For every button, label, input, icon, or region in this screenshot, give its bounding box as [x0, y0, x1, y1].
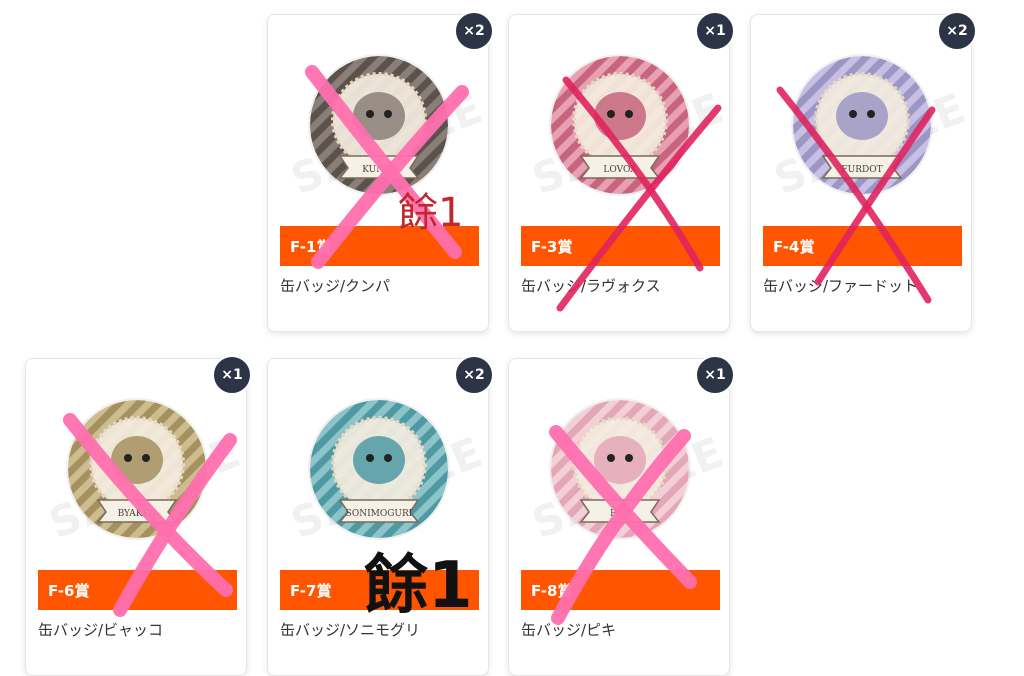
prize-card-f6[interactable]: ×1 SAMPLE BYAKKO F-6賞 缶バッジ/ビャッコ — [25, 355, 252, 676]
badge-image: SONIMOGURI — [310, 400, 448, 538]
prize-name: 缶バッジ/クンパ — [280, 277, 391, 295]
prize-code: F-1賞 — [290, 237, 332, 256]
count-badge: ×2 — [454, 11, 494, 51]
count-badge: ×1 — [695, 355, 735, 395]
prize-code: F-8賞 — [531, 581, 573, 600]
svg-text:FURDOT: FURDOT — [841, 165, 882, 175]
prize-card-f7[interactable]: ×2 SAMPLE SONIMOGURI F-7賞 缶バッジ/ソニモグリ — [267, 355, 494, 676]
badge-image: LOVOX — [551, 56, 689, 194]
prize-code: F-7賞 — [290, 581, 332, 600]
count-badge: ×1 — [212, 355, 252, 395]
badge-art: LOVOX — [551, 56, 689, 194]
badge-image: FURDOT — [793, 56, 931, 194]
badge-image: BYAKKO — [68, 400, 206, 538]
badge-image: KUNPA — [310, 56, 448, 194]
prize-code-bar: F-6賞 — [38, 570, 237, 610]
badge-art: SONIMOGURI — [310, 400, 448, 538]
svg-text:LOVOX: LOVOX — [603, 165, 637, 175]
svg-text:KUNPA: KUNPA — [362, 165, 396, 175]
count-badge: ×2 — [454, 355, 494, 395]
svg-text:SONIMOGURI: SONIMOGURI — [346, 509, 413, 519]
prize-card-f4[interactable]: ×2 SAMPLE FURDOT F-4賞 缶バッジ/ファードット — [750, 11, 977, 332]
badge-art: KUNPA — [310, 56, 448, 194]
count-badge: ×1 — [695, 11, 735, 51]
prize-code: F-6賞 — [48, 581, 90, 600]
prize-name: 缶バッジ/ピキ — [521, 621, 617, 639]
prize-name: 缶バッジ/ファードット — [763, 277, 919, 295]
badge-image: PIKI — [551, 400, 689, 538]
prize-code-bar: F-3賞 — [521, 226, 720, 266]
prize-code: F-3賞 — [531, 237, 573, 256]
prize-card-f8[interactable]: ×1 SAMPLE PIKI F-8賞 缶バッジ/ピキ — [508, 355, 735, 676]
count-badge: ×2 — [937, 11, 977, 51]
prize-code-bar: F-8賞 — [521, 570, 720, 610]
prize-name: 缶バッジ/ラヴォクス — [521, 277, 661, 295]
remaining-note-f1: 餘1 — [398, 190, 464, 236]
badge-art: PIKI — [551, 400, 689, 538]
prize-card-f1[interactable]: ×2 SAMPLE KUNPA F-1賞 缶バッジ/クンパ — [267, 11, 494, 332]
prize-card-f3[interactable]: ×1 SAMPLE LOVOX F-3賞 缶バッジ/ラヴォクス — [508, 11, 735, 332]
badge-art: FURDOT — [793, 56, 931, 194]
prize-code-bar: F-4賞 — [763, 226, 962, 266]
remaining-note-f7: 餘1 — [364, 549, 473, 623]
badge-art: BYAKKO — [68, 400, 206, 538]
svg-text:PIKI: PIKI — [610, 509, 630, 519]
svg-text:BYAKKO: BYAKKO — [118, 509, 157, 519]
prize-name: 缶バッジ/ビャッコ — [38, 621, 164, 639]
prize-code: F-4賞 — [773, 237, 815, 256]
